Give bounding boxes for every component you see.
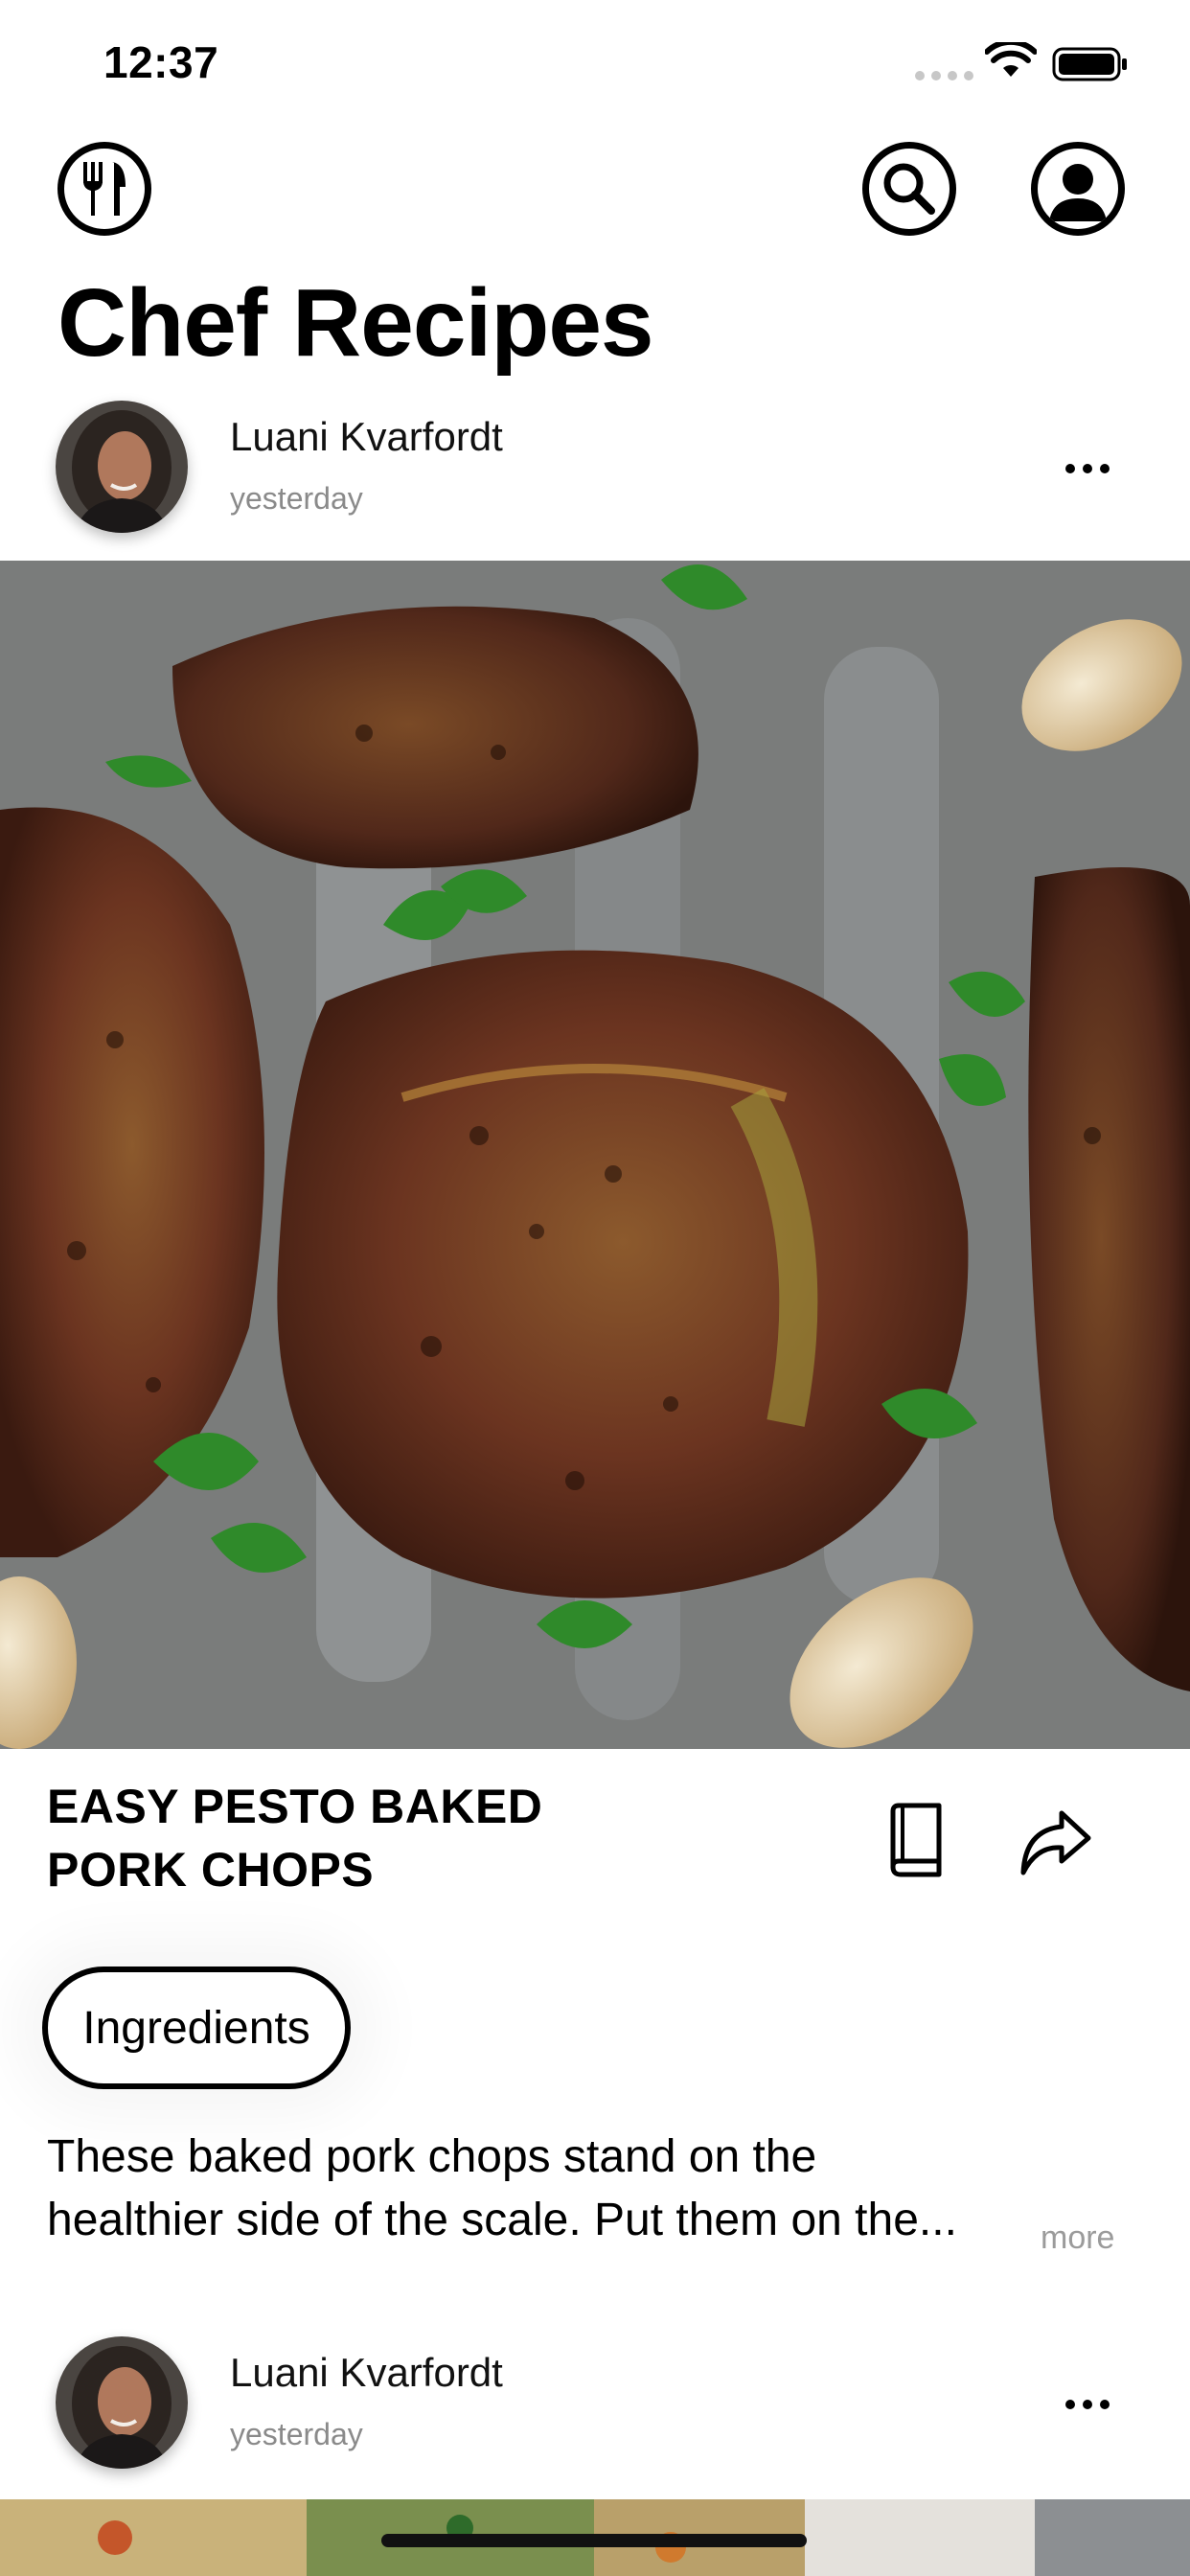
ingredients-button[interactable]: Ingredients <box>42 1966 351 2089</box>
post-time: yesterday <box>230 481 363 516</box>
status-time: 12:37 <box>103 37 219 87</box>
share-icon[interactable] <box>1018 1806 1092 1882</box>
recipe-image[interactable] <box>0 561 1190 1749</box>
more-options-icon[interactable] <box>1065 2400 1110 2409</box>
author-name[interactable]: Luani Kvarfordt <box>230 2350 503 2396</box>
post-time: yesterday <box>230 2417 363 2451</box>
pork-chops-photo <box>0 561 1190 1749</box>
avatar-photo <box>56 2336 188 2469</box>
avatar[interactable] <box>56 401 188 533</box>
post-header: Luani Kvarfordt yesterday <box>0 2331 1190 2474</box>
author-name[interactable]: Luani Kvarfordt <box>230 414 503 460</box>
search-button[interactable] <box>862 142 956 236</box>
search-icon <box>883 163 935 215</box>
cellular-signal-icon <box>915 71 973 80</box>
book-icon[interactable] <box>880 1802 954 1878</box>
recipe-title: EASY PESTO BAKED PORK CHOPS <box>47 1775 622 1901</box>
post-header: Luani Kvarfordt yesterday <box>0 395 1190 539</box>
description-line2: healthier side of the scale. Put them on… <box>47 2195 957 2245</box>
status-bar: 12:37 <box>0 0 1190 125</box>
description-line1: These baked pork chops stand on the <box>47 2131 817 2182</box>
profile-icon <box>1049 164 1107 221</box>
recipe-feed-screen: 12:37 Chef Recipes Luani Kvarfordt yeste… <box>0 0 1190 2576</box>
home-indicator[interactable] <box>381 2534 807 2547</box>
app-logo-button[interactable] <box>57 142 151 236</box>
avatar-photo <box>56 401 188 533</box>
more-link[interactable]: more <box>1041 2220 1114 2257</box>
avatar[interactable] <box>56 2336 188 2469</box>
recipe-description: These baked pork chops stand on the heal… <box>47 2126 1024 2252</box>
recipe-title-line2: PORK CHOPS <box>47 1843 375 1897</box>
profile-button[interactable] <box>1031 142 1125 236</box>
wifi-icon <box>985 42 1037 77</box>
fork-knife-icon <box>83 162 126 216</box>
page-title: Chef Recipes <box>57 269 654 377</box>
more-options-icon[interactable] <box>1065 464 1110 473</box>
battery-icon <box>1052 47 1127 81</box>
recipe-title-line1: EASY PESTO BAKED <box>47 1780 543 1833</box>
